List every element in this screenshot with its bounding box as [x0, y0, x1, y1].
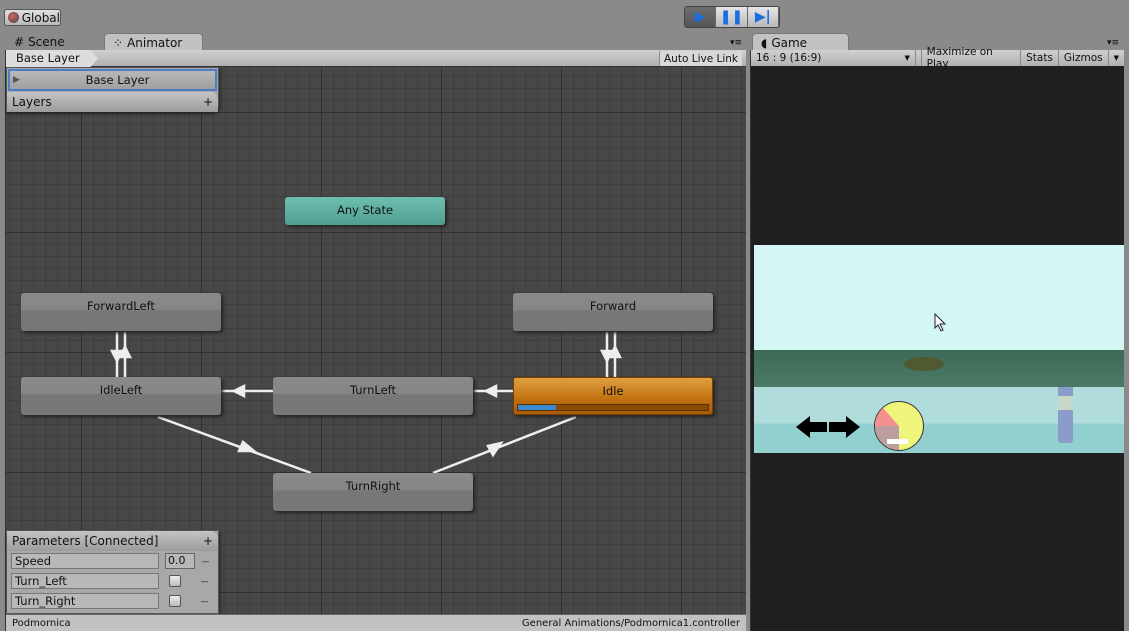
- depth-slider-handle[interactable]: [1058, 396, 1073, 410]
- parameters-header: Parameters [Connected] +: [7, 531, 218, 551]
- arrow-head: [607, 344, 623, 359]
- parameters-panel: Parameters [Connected] + Speed 0.0− Turn_L…: [6, 530, 219, 614]
- arrow-head: [483, 383, 498, 399]
- remove-parameter-button[interactable]: −: [201, 555, 210, 568]
- maximize-on-play-toggle[interactable]: Maximize on Play: [922, 46, 1022, 70]
- arrow-head: [486, 441, 504, 458]
- add-layer-button[interactable]: +: [203, 95, 213, 109]
- auto-live-link-toggle[interactable]: Auto Live Link: [659, 51, 742, 66]
- stats-toggle[interactable]: Stats: [1021, 50, 1059, 66]
- playback-controls: ▶ ❚❚ ▶|: [684, 6, 780, 28]
- remove-parameter-button[interactable]: −: [200, 575, 209, 588]
- state-turnright[interactable]: TurnRight: [273, 473, 473, 511]
- depth-slider[interactable]: [1058, 387, 1073, 443]
- submarine: [904, 357, 944, 371]
- tab-animator[interactable]: ⁘ Animator: [104, 33, 203, 51]
- dropdown-arrow-icon: ▼: [904, 54, 910, 62]
- mouse-cursor-icon: [934, 313, 947, 332]
- arrow-head: [231, 383, 246, 399]
- pause-icon: ❚❚: [719, 9, 744, 25]
- gauge-dial: [874, 401, 924, 451]
- panel-menu-icon[interactable]: ▾≡: [730, 38, 742, 48]
- turn-right-checkbox[interactable]: [169, 595, 181, 607]
- idle-progress-bar: [517, 404, 709, 411]
- parameter-name-field[interactable]: Turn_Right: [11, 593, 159, 609]
- state-forward[interactable]: Forward: [513, 293, 713, 331]
- state-idle[interactable]: Idle: [513, 377, 713, 415]
- state-forwardleft[interactable]: ForwardLeft: [21, 293, 221, 331]
- gizmos-toggle[interactable]: Gizmos: [1059, 50, 1109, 66]
- state-machine-graph[interactable]: Any State ForwardLeft Forward IdleLeft T…: [6, 67, 746, 614]
- add-parameter-button[interactable]: +: [203, 534, 213, 548]
- pause-button[interactable]: ❚❚: [716, 7, 748, 27]
- parameter-row: Turn_Right −: [7, 591, 218, 611]
- layer-item-base[interactable]: ▶ Base Layer: [8, 69, 217, 91]
- expand-icon[interactable]: ▶: [13, 75, 20, 85]
- game-panel: 16 : 9 (16:9) ▼ Maximize on Play Stats Gi…: [750, 46, 1126, 631]
- global-icon: [8, 12, 19, 23]
- step-button[interactable]: ▶|: [747, 7, 779, 27]
- layers-panel: ▶ Base Layer Layers +: [6, 67, 219, 112]
- arrow-head: [237, 439, 258, 453]
- remove-parameter-button[interactable]: −: [200, 595, 209, 608]
- play-button[interactable]: ▶: [685, 7, 717, 27]
- speed-value-field[interactable]: 0.0: [165, 553, 195, 569]
- parameter-row: Speed 0.0−: [7, 551, 218, 571]
- step-icon: ▶|: [754, 9, 771, 25]
- arrow-head: [117, 344, 133, 359]
- state-turnleft[interactable]: TurnLeft: [273, 377, 473, 415]
- game-panel-menu-icon[interactable]: ▾≡: [1107, 38, 1119, 48]
- animator-toolbar: Base Layer Auto Live Link: [6, 50, 746, 67]
- game-icon: ◖: [761, 35, 768, 50]
- parameter-row: Turn_Left −: [7, 571, 218, 591]
- play-icon: ▶: [694, 9, 706, 25]
- aspect-dropdown[interactable]: 16 : 9 (16:9) ▼: [751, 50, 916, 66]
- transition-turnright-idle: [432, 415, 577, 475]
- status-bar: Podmornica General Animations/Podmornica1…: [6, 614, 746, 631]
- gizmos-dropdown-icon[interactable]: ▼: [1109, 50, 1126, 66]
- idle-progress-fill: [518, 405, 556, 410]
- breadcrumb[interactable]: Base Layer: [6, 50, 98, 67]
- layers-header: Layers +: [7, 92, 218, 112]
- game-viewport[interactable]: [754, 245, 1124, 453]
- state-any-state[interactable]: Any State: [285, 197, 445, 225]
- turn-left-checkbox[interactable]: [169, 575, 181, 587]
- global-toggle-button[interactable]: Global: [4, 9, 61, 26]
- state-idleleft[interactable]: IdleLeft: [21, 377, 221, 415]
- animator-icon: ⁘: [113, 35, 124, 50]
- parameter-name-field[interactable]: Turn_Left: [11, 573, 159, 589]
- game-toolbar: 16 : 9 (16:9) ▼ Maximize on Play Stats Gi…: [751, 46, 1126, 70]
- grid-icon: #: [14, 35, 25, 49]
- tab-game[interactable]: ◖ Game: [752, 33, 849, 51]
- tab-scene[interactable]: # Scene: [6, 33, 73, 51]
- left-right-arrows-icon[interactable]: [796, 415, 862, 439]
- transition-idleleft-turnright: [157, 415, 312, 475]
- parameter-name-field[interactable]: Speed: [11, 553, 159, 569]
- animator-panel: Any State ForwardLeft Forward IdleLeft T…: [5, 50, 746, 631]
